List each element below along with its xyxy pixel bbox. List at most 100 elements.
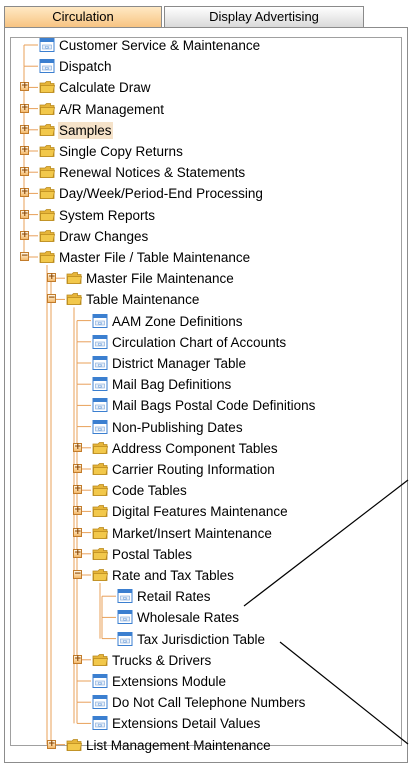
- tree-item-label: AAM Zone Definitions: [112, 313, 243, 329]
- document-icon: cs: [39, 58, 55, 74]
- expand-icon[interactable]: +: [73, 464, 82, 473]
- folder-icon: [92, 503, 108, 519]
- document-icon: cs: [92, 355, 108, 371]
- folder-icon: [39, 79, 55, 95]
- expand-icon[interactable]: +: [73, 527, 82, 537]
- svg-text:cs: cs: [98, 723, 102, 728]
- tree-item-label: Day/Week/Period-End Processing: [59, 186, 263, 202]
- folder-icon: [39, 122, 55, 138]
- expand-icon[interactable]: +: [20, 167, 29, 177]
- tree-item-label: Do Not Call Telephone Numbers: [112, 695, 306, 711]
- tree-item-label: Trucks & Drivers: [112, 652, 212, 668]
- document-icon: cs: [92, 397, 108, 413]
- svg-text:cs: cs: [98, 362, 102, 367]
- collapse-icon[interactable]: −: [20, 252, 29, 261]
- document-icon: cs: [92, 673, 108, 689]
- document-icon: cs: [117, 631, 133, 647]
- tree-item-label: Non-Publishing Dates: [112, 419, 243, 435]
- expand-icon[interactable]: +: [73, 442, 82, 452]
- expand-icon[interactable]: +: [47, 739, 56, 749]
- svg-text:cs: cs: [123, 638, 127, 643]
- folder-icon: [66, 291, 82, 307]
- expand-icon[interactable]: +: [20, 209, 29, 219]
- folder-icon: [92, 652, 108, 668]
- svg-text:cs: cs: [123, 596, 127, 601]
- tree-item-label: Postal Tables: [112, 546, 193, 562]
- expand-icon[interactable]: +: [20, 146, 29, 155]
- document-icon: cs: [92, 715, 108, 731]
- svg-text:cs: cs: [98, 426, 102, 431]
- svg-text:cs: cs: [45, 44, 49, 49]
- document-icon: cs: [92, 313, 108, 329]
- tree-item-label: List Management Maintenance: [86, 737, 271, 753]
- tree-item-label: Master File / Table Maintenance: [59, 250, 251, 265]
- tree-item-label: Tax Jurisdiction Table: [137, 631, 266, 647]
- tree-item-label: Extensions Detail Values: [112, 716, 261, 732]
- svg-text:cs: cs: [98, 384, 102, 389]
- tree-item-label: Retail Rates: [137, 589, 211, 605]
- tree-item-label: Digital Features Maintenance: [112, 504, 288, 520]
- tree-item-label: Dispatch: [59, 59, 112, 75]
- expand-icon[interactable]: +: [20, 103, 29, 113]
- folder-icon: [92, 567, 108, 583]
- tree-item-label: District Manager Table: [112, 356, 247, 371]
- expand-icon[interactable]: +: [73, 654, 82, 664]
- tree-item-label: Rate and Tax Tables: [112, 568, 234, 583]
- folder-icon: [39, 101, 55, 117]
- document-icon: cs: [92, 419, 108, 435]
- tree-item-label: Carrier Routing Information: [112, 462, 275, 477]
- folder-icon: [39, 228, 55, 244]
- tab-circulation[interactable]: Circulation: [4, 6, 162, 28]
- svg-text:cs: cs: [123, 617, 127, 622]
- folder-icon: [39, 207, 55, 223]
- tree-item-label: Draw Changes: [59, 228, 149, 244]
- tree-item-label: System Reports: [59, 207, 156, 223]
- folder-icon: [39, 249, 55, 265]
- expand-icon[interactable]: +: [73, 548, 82, 558]
- tree-item-label: Table Maintenance: [86, 292, 200, 308]
- document-icon: cs: [92, 694, 108, 710]
- folder-icon: [92, 482, 108, 498]
- folder-icon: [39, 143, 55, 159]
- tree-item-label: Address Component Tables: [112, 440, 278, 456]
- folder-icon: [92, 461, 108, 477]
- tree-item-label: Master File Maintenance: [86, 271, 234, 287]
- tree-item-label: Extensions Module: [112, 674, 227, 689]
- expand-icon[interactable]: +: [20, 124, 29, 134]
- expand-icon[interactable]: +: [20, 230, 29, 240]
- svg-text:cs: cs: [45, 66, 49, 71]
- folder-icon: [66, 270, 82, 286]
- tree-item-label: Mail Bag Definitions: [112, 377, 232, 393]
- expand-icon[interactable]: +: [73, 506, 82, 516]
- tree-item-label: Market/Insert Maintenance: [112, 525, 272, 541]
- folder-icon: [92, 525, 108, 541]
- expand-icon[interactable]: +: [20, 82, 29, 92]
- tab-bar: Circulation Display Advertising: [4, 6, 364, 28]
- tree-item-label: Circulation Chart of Accounts: [112, 334, 287, 350]
- collapse-icon[interactable]: −: [73, 570, 82, 579]
- folder-icon: [92, 546, 108, 562]
- tree-item-label: Renewal Notices & Statements: [59, 165, 246, 181]
- document-icon: cs: [92, 334, 108, 350]
- folder-icon: [39, 164, 55, 180]
- tree-item-label: Wholesale Rates: [137, 610, 240, 626]
- svg-text:cs: cs: [98, 680, 102, 685]
- document-icon: cs: [92, 376, 108, 392]
- tab-display-advertising[interactable]: Display Advertising: [164, 6, 364, 28]
- document-icon: cs: [117, 588, 133, 604]
- tree-item-label: Samples: [58, 121, 113, 139]
- expand-icon[interactable]: +: [20, 188, 29, 198]
- document-icon: cs: [117, 609, 133, 625]
- svg-text:cs: cs: [98, 702, 102, 707]
- svg-text:cs: cs: [98, 341, 102, 346]
- svg-text:cs: cs: [98, 320, 102, 325]
- folder-icon: [92, 440, 108, 456]
- document-icon: cs: [39, 37, 55, 53]
- expand-icon[interactable]: +: [47, 273, 56, 283]
- folder-icon: [66, 737, 82, 753]
- tree-item-label: Single Copy Returns: [59, 144, 183, 159]
- collapse-icon[interactable]: −: [47, 294, 56, 304]
- expand-icon[interactable]: +: [73, 485, 82, 495]
- tree-item-label: Customer Service & Maintenance: [59, 38, 261, 53]
- svg-text:cs: cs: [98, 405, 102, 410]
